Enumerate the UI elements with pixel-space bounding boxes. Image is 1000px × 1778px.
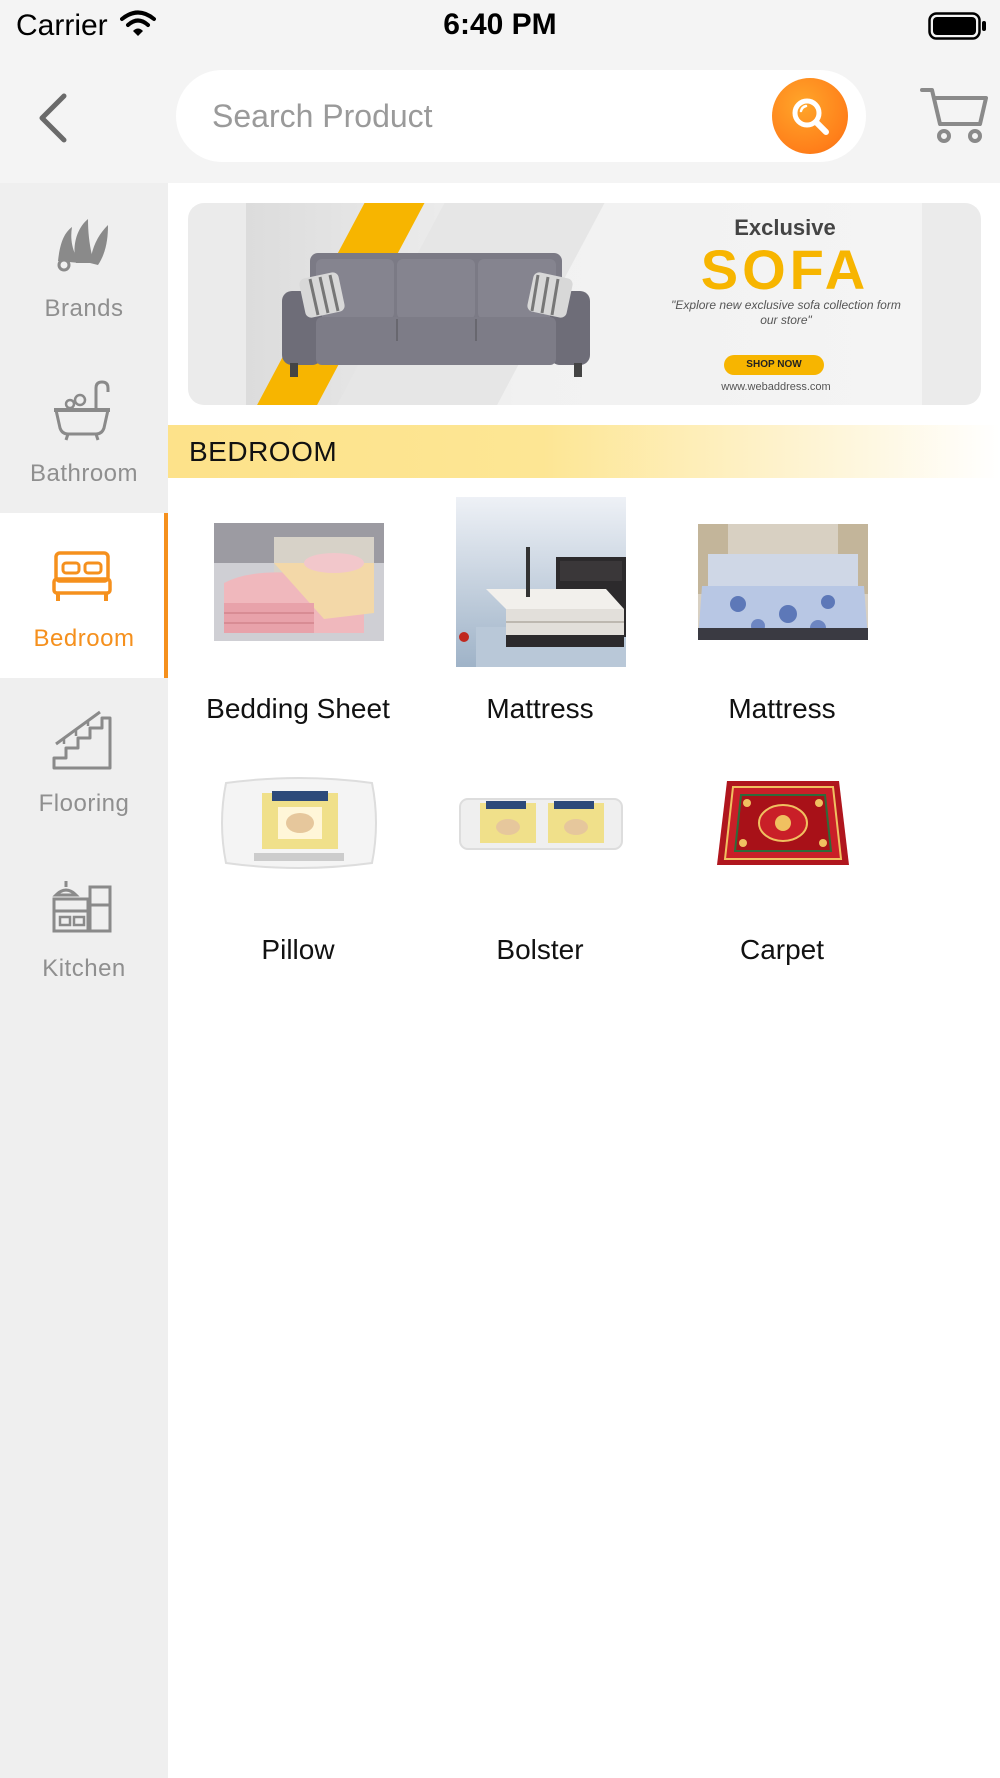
bedding-sheet-image (214, 523, 384, 641)
shop-now-button[interactable]: SHOP NOW (724, 355, 824, 375)
search-icon (792, 98, 829, 135)
banner-title: SOFA (700, 238, 870, 301)
product-image (456, 738, 626, 908)
sidebar-item-label: Brands (44, 295, 124, 322)
product-mattress-bed[interactable]: Mattress (662, 497, 902, 737)
search-input[interactable] (212, 70, 732, 162)
product-bedding-sheet[interactable]: Bedding Sheet (178, 497, 418, 737)
pillow-image (221, 777, 377, 869)
sidebar-item-label: Kitchen (42, 955, 126, 982)
mattress-image (456, 497, 626, 667)
product-mattress[interactable]: Mattress (420, 497, 660, 737)
sidebar-item-bathroom[interactable]: Bathroom (0, 348, 168, 513)
product-name: Mattress (486, 693, 594, 724)
sofa-image (282, 253, 590, 377)
product-name: Bedding Sheet (206, 693, 390, 724)
search-bar (176, 70, 866, 162)
sidebar-item-label: Flooring (38, 790, 130, 817)
banner-url: www.webaddress.com (721, 381, 831, 393)
product-carpet[interactable]: Carpet (662, 738, 902, 978)
category-sidebar: Brands Bathroom Bedroom Flooring Kitchen (0, 183, 168, 1778)
product-image (214, 497, 384, 667)
product-bolster[interactable]: Bolster (420, 738, 660, 978)
status-time: 6:40 PM (443, 8, 557, 41)
sidebar-item-brands[interactable]: Brands (0, 183, 168, 348)
kitchen-icon (52, 881, 112, 933)
stairs-icon (52, 710, 112, 770)
status-bar: Carrier 6:40 PM (0, 0, 1000, 52)
product-image (214, 738, 384, 908)
sidebar-item-label: Bedroom (33, 625, 135, 652)
section-title: BEDROOM (189, 436, 338, 467)
cart-icon[interactable] (920, 84, 988, 144)
product-name: Mattress (728, 693, 836, 724)
brands-icon (57, 219, 108, 272)
sidebar-item-flooring[interactable]: Flooring (0, 678, 168, 843)
search-button[interactable] (772, 78, 848, 154)
promo-banner[interactable]: Exclusive SOFA "Explore new exclusive so… (188, 203, 981, 405)
section-header: BEDROOM (168, 425, 1000, 478)
back-arrow-icon[interactable] (34, 90, 74, 146)
banner-image: Exclusive SOFA "Explore new exclusive so… (246, 203, 922, 405)
sidebar-item-label: Bathroom (29, 460, 139, 487)
banner-tagline: "Explore new exclusive sofa collection f… (671, 298, 901, 327)
battery-icon (928, 12, 986, 40)
product-name: Pillow (261, 934, 335, 965)
product-name: Bolster (496, 934, 584, 965)
product-image (698, 497, 868, 667)
bed-icon (52, 551, 112, 601)
sidebar-item-kitchen[interactable]: Kitchen (0, 843, 168, 1008)
product-image (698, 738, 868, 908)
product-image (456, 497, 626, 667)
bathtub-icon (54, 380, 110, 441)
header (0, 52, 1000, 183)
bolster-image (459, 798, 623, 850)
product-pillow[interactable]: Pillow (178, 738, 418, 978)
mattress-bed-image (698, 524, 868, 640)
product-name: Carpet (739, 934, 825, 965)
sidebar-item-bedroom[interactable]: Bedroom (0, 513, 168, 678)
carpet-image (717, 781, 849, 865)
